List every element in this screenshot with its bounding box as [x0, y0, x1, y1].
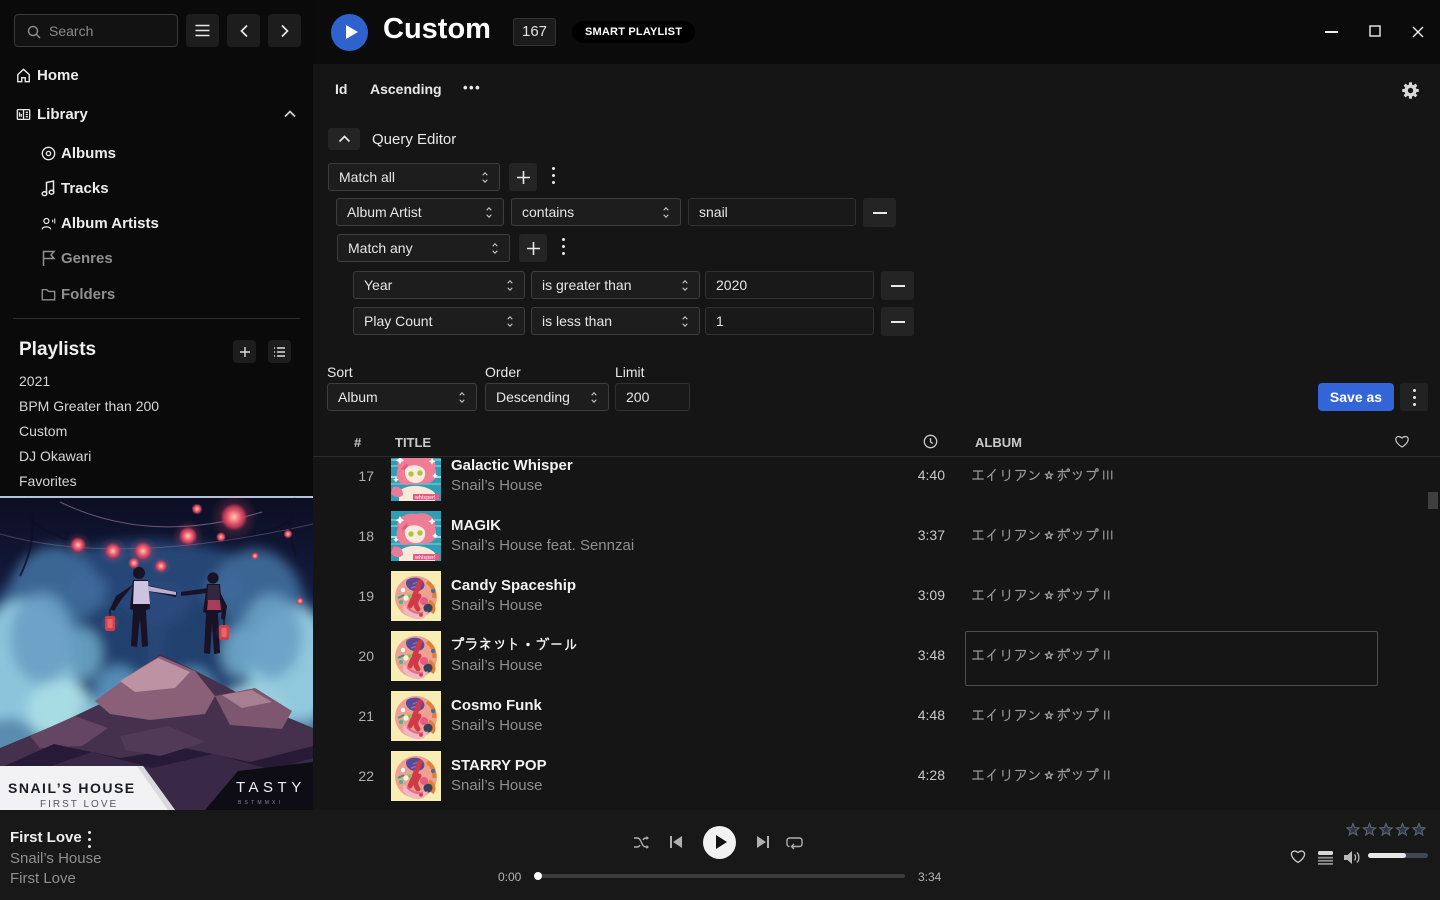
- svg-text:SNAIL’S HOUSE: SNAIL’S HOUSE: [8, 780, 136, 796]
- svg-text:whisper!: whisper!: [414, 555, 436, 561]
- svg-text:BSTMMXI: BSTMMXI: [238, 800, 283, 806]
- svg-text:II: II: [1103, 589, 1111, 603]
- svg-text:TASTY: TASTY: [236, 779, 306, 796]
- svg-text:II: II: [1103, 709, 1111, 723]
- svg-text:FIRST LOVE: FIRST LOVE: [40, 799, 118, 810]
- svg-text:III: III: [1102, 469, 1114, 483]
- svg-text:II: II: [1103, 769, 1111, 783]
- svg-text:whisper!: whisper!: [414, 495, 436, 501]
- svg-text:III: III: [1102, 529, 1114, 543]
